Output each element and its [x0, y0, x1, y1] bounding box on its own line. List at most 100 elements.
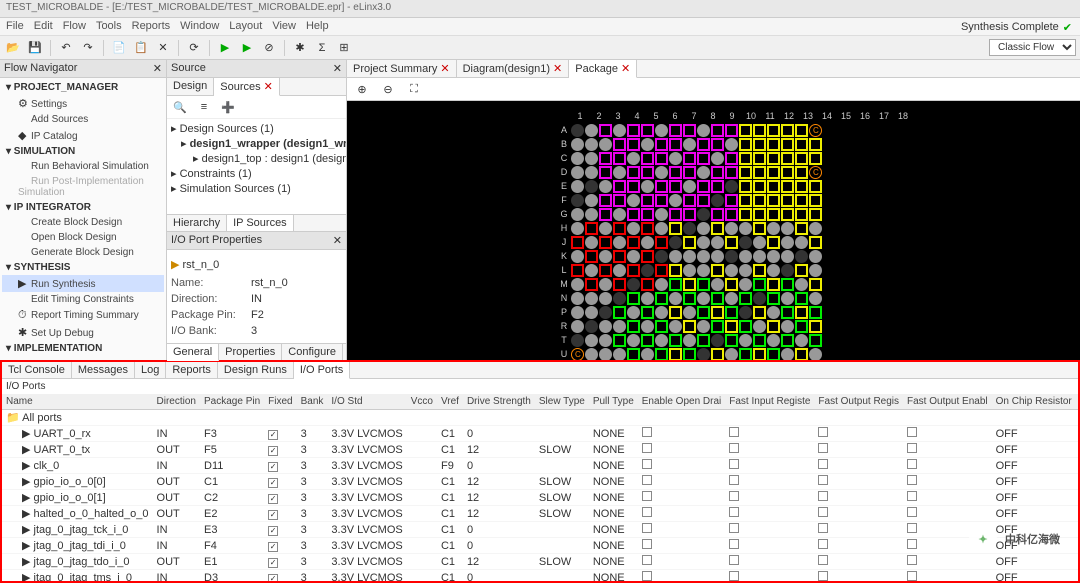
- pin[interactable]: [781, 138, 794, 151]
- pin[interactable]: [641, 138, 654, 151]
- nav-item[interactable]: Run Behavioral Simulation: [2, 159, 164, 174]
- pin[interactable]: [753, 208, 766, 221]
- nav-cat[interactable]: ▾ PROJECT_MANAGER: [2, 80, 164, 95]
- pin[interactable]: [739, 306, 752, 319]
- pin[interactable]: [641, 180, 654, 193]
- pin[interactable]: [655, 124, 668, 137]
- pin[interactable]: [683, 250, 696, 263]
- pin[interactable]: [613, 320, 626, 333]
- pin[interactable]: [697, 306, 710, 319]
- pin[interactable]: [613, 278, 626, 291]
- pin[interactable]: [767, 264, 780, 277]
- pin[interactable]: [571, 166, 584, 179]
- pin[interactable]: [809, 320, 822, 333]
- pin[interactable]: [613, 250, 626, 263]
- pin[interactable]: [599, 124, 612, 137]
- pin[interactable]: [627, 250, 640, 263]
- pin[interactable]: [753, 334, 766, 347]
- pin[interactable]: [683, 278, 696, 291]
- pin[interactable]: [627, 306, 640, 319]
- pin[interactable]: [599, 152, 612, 165]
- pin[interactable]: [711, 208, 724, 221]
- pin[interactable]: [627, 236, 640, 249]
- pin[interactable]: [613, 138, 626, 151]
- pin[interactable]: [627, 292, 640, 305]
- nav-item[interactable]: Generate Block Design: [2, 245, 164, 260]
- menu-flow[interactable]: Flow: [63, 20, 86, 33]
- pin[interactable]: [739, 236, 752, 249]
- pin[interactable]: [739, 180, 752, 193]
- pin[interactable]: [739, 250, 752, 263]
- pin[interactable]: [585, 194, 598, 207]
- pin[interactable]: [795, 264, 808, 277]
- pin[interactable]: [781, 208, 794, 221]
- pin[interactable]: [641, 292, 654, 305]
- pin[interactable]: [655, 194, 668, 207]
- pin[interactable]: [781, 152, 794, 165]
- pin[interactable]: [725, 250, 738, 263]
- pin[interactable]: [613, 180, 626, 193]
- pin[interactable]: [725, 264, 738, 277]
- tree-item[interactable]: ▸ Constraints (1): [169, 166, 344, 181]
- table-row[interactable]: ▶ jtag_0_jtag_tms_i_0IND333.3V LVCMOSC10…: [2, 570, 1078, 582]
- pin[interactable]: [725, 222, 738, 235]
- pin[interactable]: [641, 194, 654, 207]
- pin[interactable]: [809, 124, 822, 137]
- pin[interactable]: [795, 194, 808, 207]
- pin[interactable]: [599, 138, 612, 151]
- pin[interactable]: [669, 194, 682, 207]
- col-header[interactable]: Vcco: [407, 394, 437, 410]
- tree-item[interactable]: ▸ design1_wrapper (design1_wrappe: [169, 136, 344, 151]
- close-icon[interactable]: ✕: [333, 62, 342, 75]
- pin[interactable]: [571, 124, 584, 137]
- tab[interactable]: I/O Ports: [294, 362, 350, 379]
- pin[interactable]: [599, 348, 612, 361]
- tab[interactable]: Hierarchy: [167, 215, 227, 231]
- table-row[interactable]: ▶ UART_0_txOUTF533.3V LVCMOSC112SLOWNONE…: [2, 442, 1078, 458]
- pin[interactable]: [571, 152, 584, 165]
- pin[interactable]: [585, 264, 598, 277]
- pin[interactable]: [697, 264, 710, 277]
- pin[interactable]: [627, 124, 640, 137]
- nav-item[interactable]: ⚙Settings: [2, 95, 164, 112]
- pin[interactable]: [599, 180, 612, 193]
- pin[interactable]: [795, 124, 808, 137]
- pin[interactable]: [669, 166, 682, 179]
- pin[interactable]: [767, 250, 780, 263]
- pin[interactable]: [725, 208, 738, 221]
- nav-cat[interactable]: ▾ IMPLEMENTATION: [2, 341, 164, 356]
- pin[interactable]: [697, 292, 710, 305]
- pin[interactable]: [627, 194, 640, 207]
- pin[interactable]: [641, 208, 654, 221]
- pin[interactable]: [627, 320, 640, 333]
- pin[interactable]: [753, 222, 766, 235]
- pin[interactable]: [725, 348, 738, 361]
- pin[interactable]: [599, 306, 612, 319]
- col-header[interactable]: Fast Output Enabl: [903, 394, 992, 410]
- pin[interactable]: [669, 222, 682, 235]
- pin[interactable]: [725, 138, 738, 151]
- pin[interactable]: [571, 278, 584, 291]
- pin[interactable]: [613, 334, 626, 347]
- pin[interactable]: [613, 348, 626, 361]
- pin[interactable]: [781, 194, 794, 207]
- pin[interactable]: [781, 292, 794, 305]
- pin[interactable]: [711, 278, 724, 291]
- pin[interactable]: [725, 334, 738, 347]
- pin[interactable]: [627, 138, 640, 151]
- pin[interactable]: [767, 166, 780, 179]
- tab[interactable]: Tcl Console: [2, 362, 72, 378]
- pin[interactable]: [655, 278, 668, 291]
- pin[interactable]: [711, 320, 724, 333]
- pin[interactable]: [655, 348, 668, 361]
- pin[interactable]: [781, 278, 794, 291]
- pin[interactable]: [599, 292, 612, 305]
- pin[interactable]: [627, 208, 640, 221]
- pin[interactable]: [809, 208, 822, 221]
- pin[interactable]: [753, 194, 766, 207]
- pin[interactable]: [613, 292, 626, 305]
- pin[interactable]: [753, 264, 766, 277]
- pin[interactable]: [809, 306, 822, 319]
- nav-cat[interactable]: ▾ IP INTEGRATOR: [2, 200, 164, 215]
- table-row[interactable]: ▶ jtag_0_jtag_tck_i_0INE333.3V LVCMOSC10…: [2, 522, 1078, 538]
